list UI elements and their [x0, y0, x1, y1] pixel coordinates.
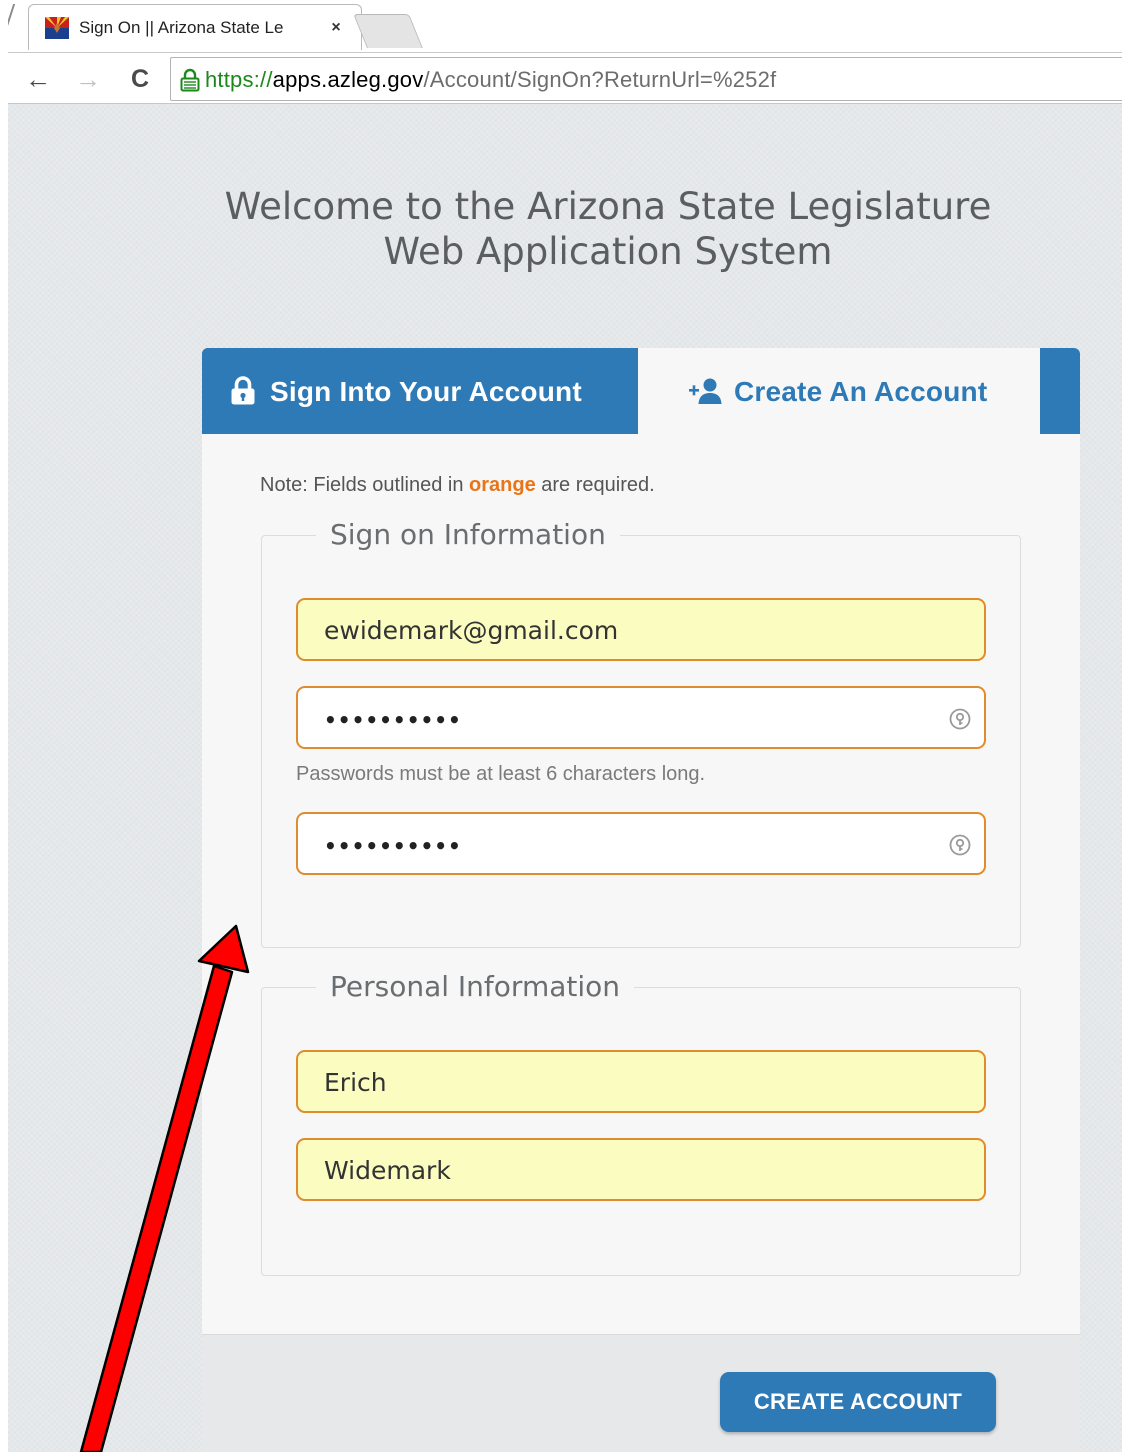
url-text[interactable]: https://apps.azleg.gov/Account/SignOn?Re…: [205, 66, 776, 94]
page-title-line-2: Web Application System: [383, 230, 833, 273]
arizona-flag-icon: [45, 17, 69, 39]
browser-tab[interactable]: Sign On || Arizona State Le ×: [28, 4, 362, 50]
note-prefix: Note: Fields outlined in: [260, 474, 470, 496]
new-tab-button[interactable]: [353, 14, 423, 48]
tab-sign-in-label: Sign Into Your Account: [270, 376, 582, 407]
confirm-password-field[interactable]: ••••••••••: [296, 812, 986, 875]
email-field[interactable]: ewidemark@gmail.com: [296, 598, 986, 661]
first-name-value: Erich: [324, 1068, 387, 1097]
padlock-icon: [231, 376, 255, 405]
account-tab-bar: Sign Into Your Account Create An Account: [202, 348, 1080, 434]
first-name-field[interactable]: Erich: [296, 1050, 986, 1113]
personal-information-legend: Personal Information: [330, 970, 621, 1003]
back-arrow-icon[interactable]: ←: [22, 63, 54, 95]
last-name-field[interactable]: Widemark: [296, 1138, 986, 1201]
note-suffix: are required.: [535, 474, 655, 496]
password-hint: Passwords must be at least 6 characters …: [296, 763, 706, 785]
email-value: ewidemark@gmail.com: [324, 616, 619, 645]
account-card: Sign Into Your Account Create An Account…: [202, 348, 1080, 1452]
forward-arrow-icon[interactable]: →: [72, 63, 104, 95]
password-key-icon[interactable]: [948, 833, 972, 857]
url-path: /Account/SignOn?ReturnUrl=%252f: [423, 67, 777, 92]
page-title: Welcome to the Arizona State Legislature…: [188, 184, 1028, 274]
last-name-value: Widemark: [324, 1156, 451, 1185]
personal-information-section: Personal Information: [261, 970, 1021, 1276]
create-account-button[interactable]: CREATE ACCOUNT: [720, 1372, 996, 1432]
url-scheme: https://: [205, 67, 273, 92]
page-background: Welcome to the Arizona State Legislature…: [8, 104, 1122, 1452]
confirm-password-value: ••••••••••: [324, 834, 462, 858]
tab-title: Sign On || Arizona State Le: [79, 18, 284, 37]
window-left-edge: [0, 0, 8, 1452]
password-key-icon[interactable]: [948, 707, 972, 731]
password-field[interactable]: ••••••••••: [296, 686, 986, 749]
password-value: ••••••••••: [324, 708, 462, 732]
close-icon[interactable]: ×: [325, 17, 347, 39]
tab-create-account[interactable]: Create An Account: [638, 348, 1040, 434]
address-bar[interactable]: https://apps.azleg.gov/Account/SignOn?Re…: [170, 57, 1122, 101]
url-host: apps.azleg.gov: [272, 67, 424, 92]
browser-toolbar: ← → C https://apps.azleg.gov/Account/Sig…: [0, 52, 1122, 104]
reload-icon[interactable]: C: [124, 63, 156, 95]
lock-icon: [180, 68, 200, 92]
tab-create-account-label: Create An Account: [734, 376, 988, 407]
tab-sign-in[interactable]: Sign Into Your Account: [202, 348, 638, 434]
sign-on-information-legend: Sign on Information: [330, 518, 606, 551]
required-fields-note: Note: Fields outlined in orange are requ…: [260, 472, 655, 498]
add-user-icon: [689, 378, 722, 404]
page-title-line-1: Welcome to the Arizona State Legislature: [224, 185, 992, 228]
note-highlight: orange: [469, 474, 536, 496]
browser-tab-strip: Sign On || Arizona State Le ×: [0, 0, 1122, 52]
